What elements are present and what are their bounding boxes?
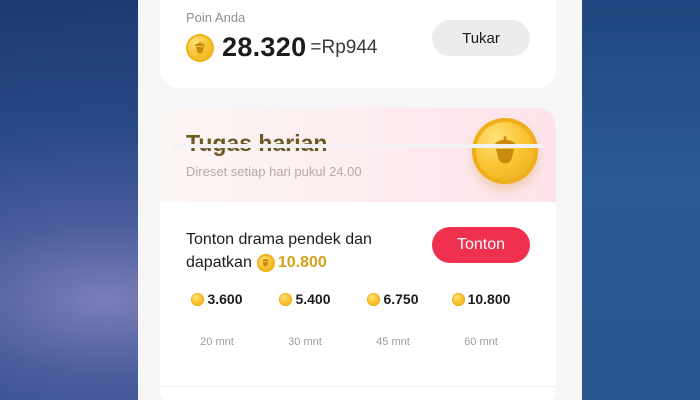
app-screen: Poin Anda 28.320 = Rp944 Tukar Tugas har… bbox=[138, 0, 582, 400]
points-rupiah-value: Rp944 bbox=[321, 36, 378, 58]
coin-illustration-icon bbox=[472, 118, 538, 184]
milestone-reward: 6.750 bbox=[383, 291, 419, 307]
milestone-item: 3.600 bbox=[174, 288, 260, 311]
task-reward-value: 10.800 bbox=[277, 254, 327, 271]
points-card: Poin Anda 28.320 = Rp944 Tukar bbox=[160, 0, 556, 88]
milestone-reward: 5.400 bbox=[295, 291, 331, 307]
milestone-time: 60 mnt bbox=[464, 336, 498, 348]
exchange-button[interactable]: Tukar bbox=[432, 20, 530, 56]
points-value: 28.320 bbox=[222, 32, 307, 62]
milestone-time: 30 mnt bbox=[288, 336, 322, 348]
equals-sign: = bbox=[310, 36, 322, 58]
milestone-item: 5.400 bbox=[262, 288, 348, 311]
section-divider bbox=[160, 386, 556, 387]
milestone-item: 6.750 bbox=[350, 288, 436, 311]
coin-icon bbox=[191, 292, 205, 306]
coin-icon bbox=[256, 253, 275, 272]
milestone-reward: 3.600 bbox=[207, 291, 243, 307]
coin-icon bbox=[367, 292, 381, 306]
task-text-line2-row: dapatkan 10.800 bbox=[186, 251, 416, 274]
daily-tasks-card: Tugas harian Direset setiap hari pukul 2… bbox=[160, 108, 556, 400]
milestones: 3.600 5.400 6.750 10.800 20 mnt 30 mnt 4… bbox=[174, 288, 544, 358]
milestone-time: 45 mnt bbox=[376, 336, 410, 348]
milestone-time: 20 mnt bbox=[200, 336, 234, 348]
watch-button[interactable]: Tonton bbox=[432, 227, 530, 263]
daily-tasks-subtitle: Direset setiap hari pukul 24.00 bbox=[186, 164, 362, 179]
task-text-line1: Tonton drama pendek dan bbox=[186, 231, 372, 248]
coin-icon bbox=[451, 292, 465, 306]
points-label: Poin Anda bbox=[186, 10, 246, 25]
background-right bbox=[575, 0, 700, 400]
coin-icon bbox=[279, 292, 293, 306]
coin-icon bbox=[186, 33, 214, 62]
watch-task-description: Tonton drama pendek dan dapatkan 10.800 bbox=[186, 228, 416, 274]
daily-tasks-header: Tugas harian Direset setiap hari pukul 2… bbox=[160, 108, 556, 202]
points-row: 28.320 = Rp944 bbox=[186, 32, 378, 63]
milestone-item: 10.800 bbox=[438, 288, 524, 311]
milestone-reward: 10.800 bbox=[467, 291, 511, 307]
milestone-progress-bar bbox=[174, 144, 544, 148]
task-text-line2: dapatkan bbox=[186, 254, 252, 271]
